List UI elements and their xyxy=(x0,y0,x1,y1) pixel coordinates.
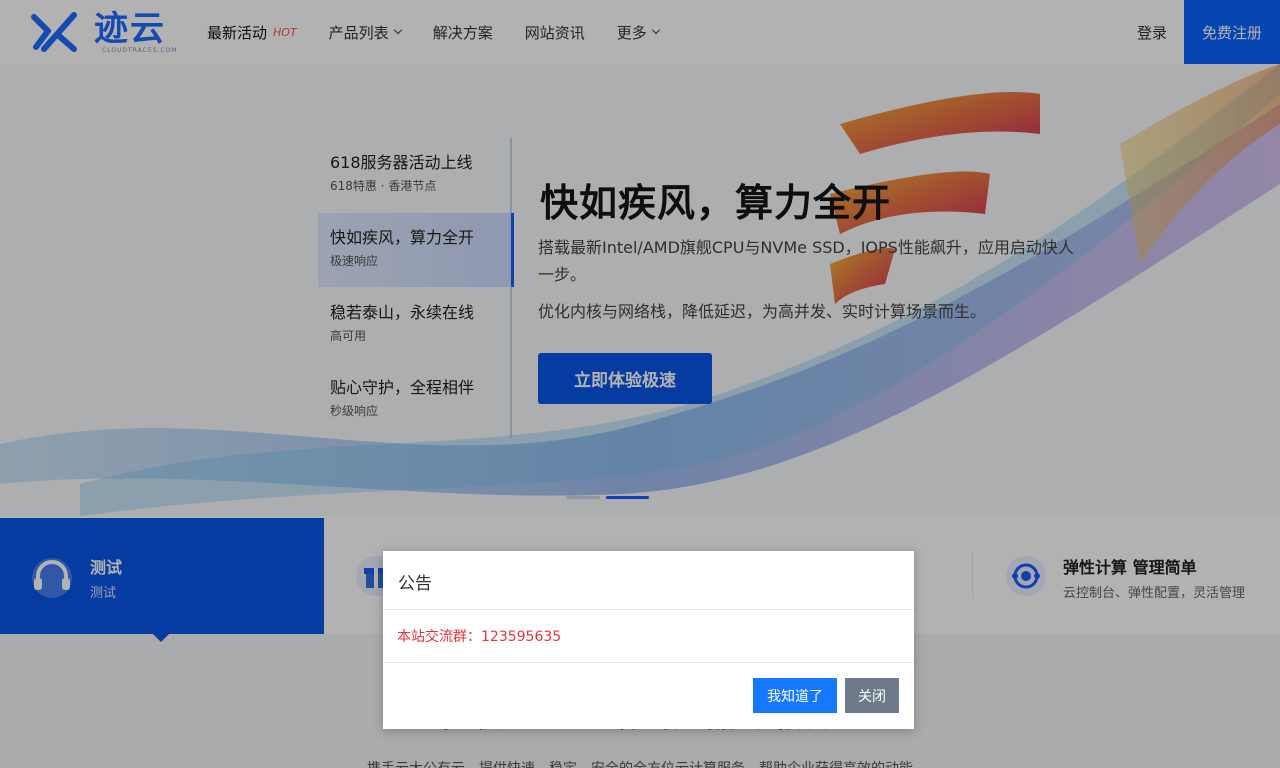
announcement-modal: 公告 本站交流群：123595635 我知道了 关闭 xyxy=(383,551,914,729)
acknowledge-button[interactable]: 我知道了 xyxy=(753,678,837,713)
modal-footer: 我知道了 关闭 xyxy=(383,663,914,729)
modal-title: 公告 xyxy=(383,551,914,610)
close-button[interactable]: 关闭 xyxy=(845,678,899,713)
modal-body: 本站交流群：123595635 xyxy=(383,610,914,663)
